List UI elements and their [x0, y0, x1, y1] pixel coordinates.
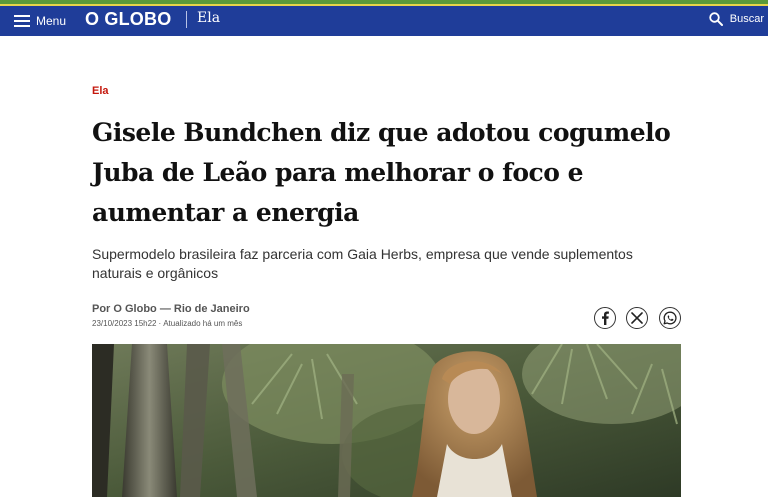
header-accent-stripe-yellow: [0, 4, 768, 6]
article-headline: Gisele Bundchen diz que adotou cogumelo …: [92, 118, 671, 227]
section-logo[interactable]: Ela: [197, 10, 220, 26]
article-subtitle: Supermodelo brasileira faz parceria com …: [92, 246, 633, 281]
article-photo[interactable]: [92, 344, 681, 497]
facebook-icon: [602, 311, 609, 325]
share-x-button[interactable]: [626, 307, 648, 329]
top-header: Menu O GLOBO Ela Buscar: [0, 0, 768, 36]
x-twitter-icon: [631, 312, 643, 324]
site-logo[interactable]: O GLOBO: [85, 9, 171, 30]
photo-graphic: [92, 344, 681, 497]
dateline: 23/10/2023 15h22 · Atualizado há um mês: [92, 319, 243, 328]
whatsapp-icon: [663, 311, 677, 325]
share-whatsapp-button[interactable]: [659, 307, 681, 329]
published-date: 23/10/2023 15h22: [92, 319, 157, 328]
search-icon: [709, 12, 723, 26]
hamburger-menu-icon: [14, 15, 30, 27]
section-kicker[interactable]: Ela: [92, 85, 109, 97]
search-label: Buscar: [729, 13, 764, 25]
updated-date: Atualizado há um mês: [163, 319, 243, 328]
logo-divider: [186, 11, 187, 28]
search-button[interactable]: Buscar: [709, 12, 764, 26]
menu-button[interactable]: Menu: [14, 12, 66, 30]
share-facebook-button[interactable]: [594, 307, 616, 329]
menu-label: Menu: [36, 14, 67, 28]
byline: Por O Globo — Rio de Janeiro: [92, 303, 250, 315]
